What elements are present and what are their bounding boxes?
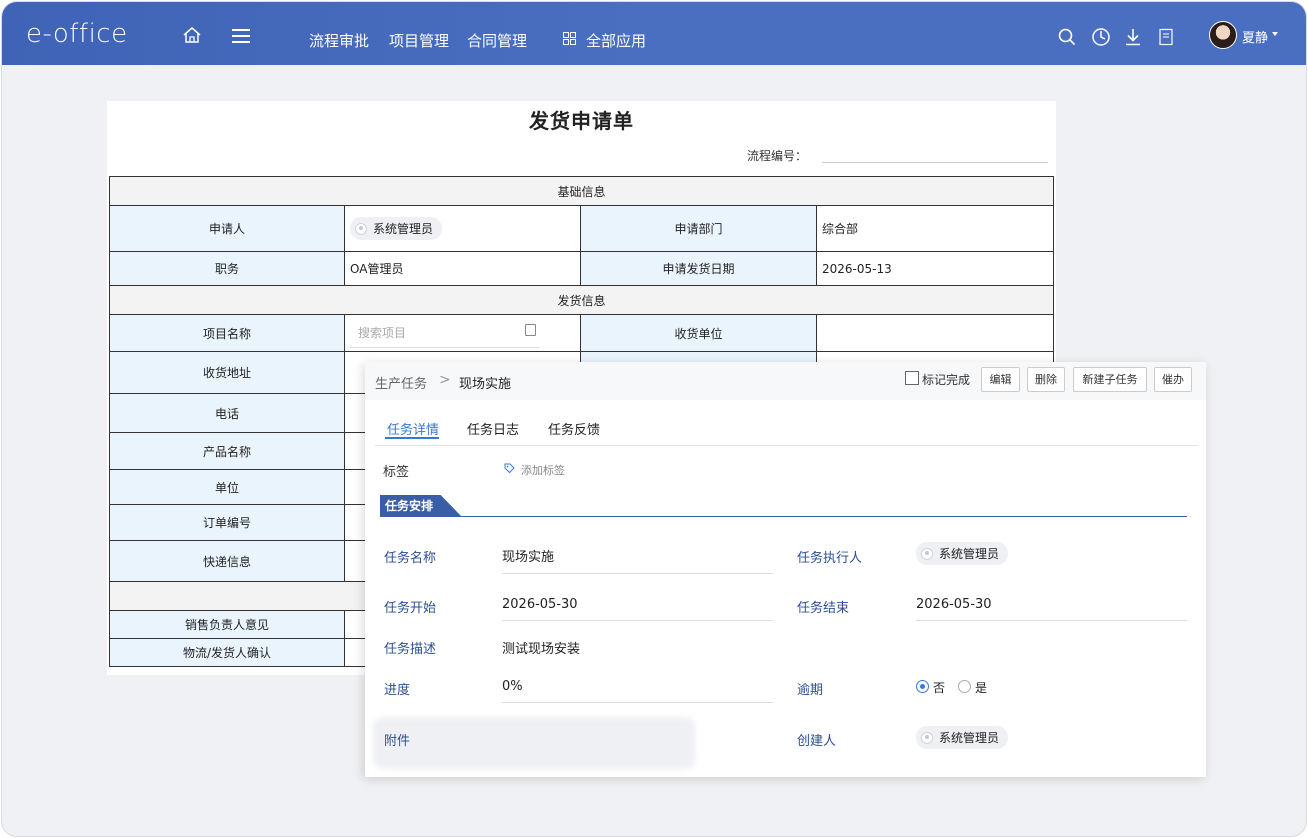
home-icon[interactable] (182, 26, 202, 44)
user-icon (921, 547, 933, 560)
end-label: 任务结束 (797, 601, 850, 616)
download-icon[interactable] (1123, 27, 1143, 47)
description-label: 任务描述 (384, 642, 437, 657)
task-tabs: 任务详情 任务日志 任务反馈 (365, 400, 1206, 446)
tabs-divider (375, 445, 1198, 446)
nav-contract-management[interactable]: 合同管理 (467, 30, 527, 51)
executor-label: 任务执行人 (797, 551, 863, 566)
document-icon[interactable] (1156, 27, 1176, 47)
tag-label: 标签 (383, 465, 410, 480)
progress-label: 进度 (384, 683, 411, 698)
grid-icon[interactable] (563, 32, 576, 45)
task-name-label: 任务名称 (384, 551, 437, 566)
section-basic-info: 基础信息 (108, 176, 1055, 206)
menu-icon[interactable] (232, 29, 250, 43)
breadcrumb-current: 现场实施 (459, 377, 512, 392)
user-name[interactable]: 夏静 (1242, 27, 1268, 46)
project-label: 项目名称 (109, 314, 345, 352)
search-icon[interactable] (1057, 27, 1077, 47)
sales-opinion-label: 销售负责人意见 (109, 610, 345, 639)
express-label: 快递信息 (109, 540, 345, 582)
picker-icon[interactable] (525, 324, 536, 336)
tab-task-details[interactable]: 任务详情 (387, 419, 439, 438)
start-label: 任务开始 (384, 601, 437, 616)
department-value: 综合部 (815, 205, 1055, 252)
position-value: OA管理员 (344, 251, 581, 286)
address-label: 收货地址 (109, 351, 345, 394)
app-logo[interactable]: e-office (26, 19, 128, 49)
new-subtask-button[interactable]: 新建子任务 (1073, 367, 1147, 392)
project-search-input[interactable]: 搜索项目 (350, 318, 540, 348)
mark-done-checkbox[interactable] (905, 371, 919, 385)
tab-task-feedback[interactable]: 任务反馈 (548, 419, 600, 438)
start-date-field[interactable]: 2026-05-30 (502, 597, 773, 621)
delete-button[interactable]: 删除 (1027, 367, 1065, 392)
creator-chip[interactable]: 系统管理员 (916, 726, 1009, 749)
overdue-no-label[interactable]: 否 (933, 679, 945, 696)
receiver-field[interactable] (815, 314, 1055, 352)
tag-icon[interactable] (504, 463, 515, 474)
executor-chip[interactable]: 系统管理员 (916, 542, 1009, 565)
task-name-field[interactable]: 现场实施 (502, 546, 773, 574)
logistics-confirm-label: 物流/发货人确认 (109, 638, 345, 667)
user-icon (355, 222, 367, 235)
top-bar: e-office 流程审批 项目管理 合同管理 全部应用 夏静 (2, 2, 1306, 65)
task-arrangement-header: 任务安排 (380, 495, 462, 517)
chevron-right-icon: > (439, 372, 451, 388)
active-tab-indicator (385, 437, 439, 439)
ship-date-label: 申请发货日期 (580, 251, 817, 286)
overdue-yes-label[interactable]: 是 (975, 679, 987, 696)
urge-button[interactable]: 催办 (1154, 367, 1192, 392)
clock-icon[interactable] (1091, 27, 1111, 47)
tab-task-log[interactable]: 任务日志 (467, 419, 519, 438)
panel-header: 生产任务 > 现场实施 标记完成 编辑 删除 新建子任务 催办 (365, 362, 1206, 400)
product-label: 产品名称 (109, 432, 345, 470)
nav-all-apps[interactable]: 全部应用 (586, 30, 646, 51)
task-detail-panel: 生产任务 > 现场实施 标记完成 编辑 删除 新建子任务 催办 任务详情 任务日… (365, 362, 1206, 777)
attachment-label: 附件 (384, 734, 411, 749)
section-ship-info: 发货信息 (108, 285, 1055, 315)
order-number-label: 订单编号 (109, 504, 345, 541)
section-divider (380, 516, 1187, 517)
mark-done-label[interactable]: 标记完成 (922, 371, 970, 388)
nav-project-management[interactable]: 项目管理 (389, 30, 449, 51)
applicant-label: 申请人 (109, 205, 345, 252)
edit-button[interactable]: 编辑 (981, 367, 1020, 392)
flow-number-label: 流程编号： (747, 149, 808, 163)
progress-field[interactable]: 0% (502, 679, 773, 703)
overdue-no-radio[interactable] (916, 680, 929, 693)
nav-workflow-approval[interactable]: 流程审批 (309, 30, 369, 51)
breadcrumb-parent[interactable]: 生产任务 (375, 373, 427, 392)
flow-number-field[interactable] (822, 162, 1048, 163)
applicant-chip[interactable]: 系统管理员 (350, 217, 443, 240)
end-date-field[interactable]: 2026-05-30 (916, 597, 1187, 621)
app-window: e-office 流程审批 项目管理 合同管理 全部应用 夏静 发货申请单 流程… (1, 1, 1307, 837)
overdue-label: 逾期 (797, 683, 824, 698)
position-label: 职务 (109, 251, 345, 286)
creator-label: 创建人 (797, 734, 837, 749)
ship-date-value: 2026-05-13 (815, 251, 1055, 286)
phone-label: 电话 (109, 393, 345, 433)
add-tag-link[interactable]: 添加标签 (521, 462, 565, 478)
chevron-down-icon[interactable] (1272, 32, 1278, 36)
description-value[interactable]: 测试现场安装 (502, 638, 580, 665)
user-avatar[interactable] (1209, 21, 1237, 49)
department-label: 申请部门 (580, 205, 817, 252)
form-title: 发货申请单 (529, 109, 634, 133)
overdue-yes-radio[interactable] (958, 680, 971, 693)
receiver-label: 收货单位 (580, 314, 817, 352)
unit-label: 单位 (109, 469, 345, 505)
applicant-value: 系统管理员 (344, 205, 581, 252)
user-icon (921, 731, 933, 744)
attachment-area[interactable] (373, 717, 695, 769)
